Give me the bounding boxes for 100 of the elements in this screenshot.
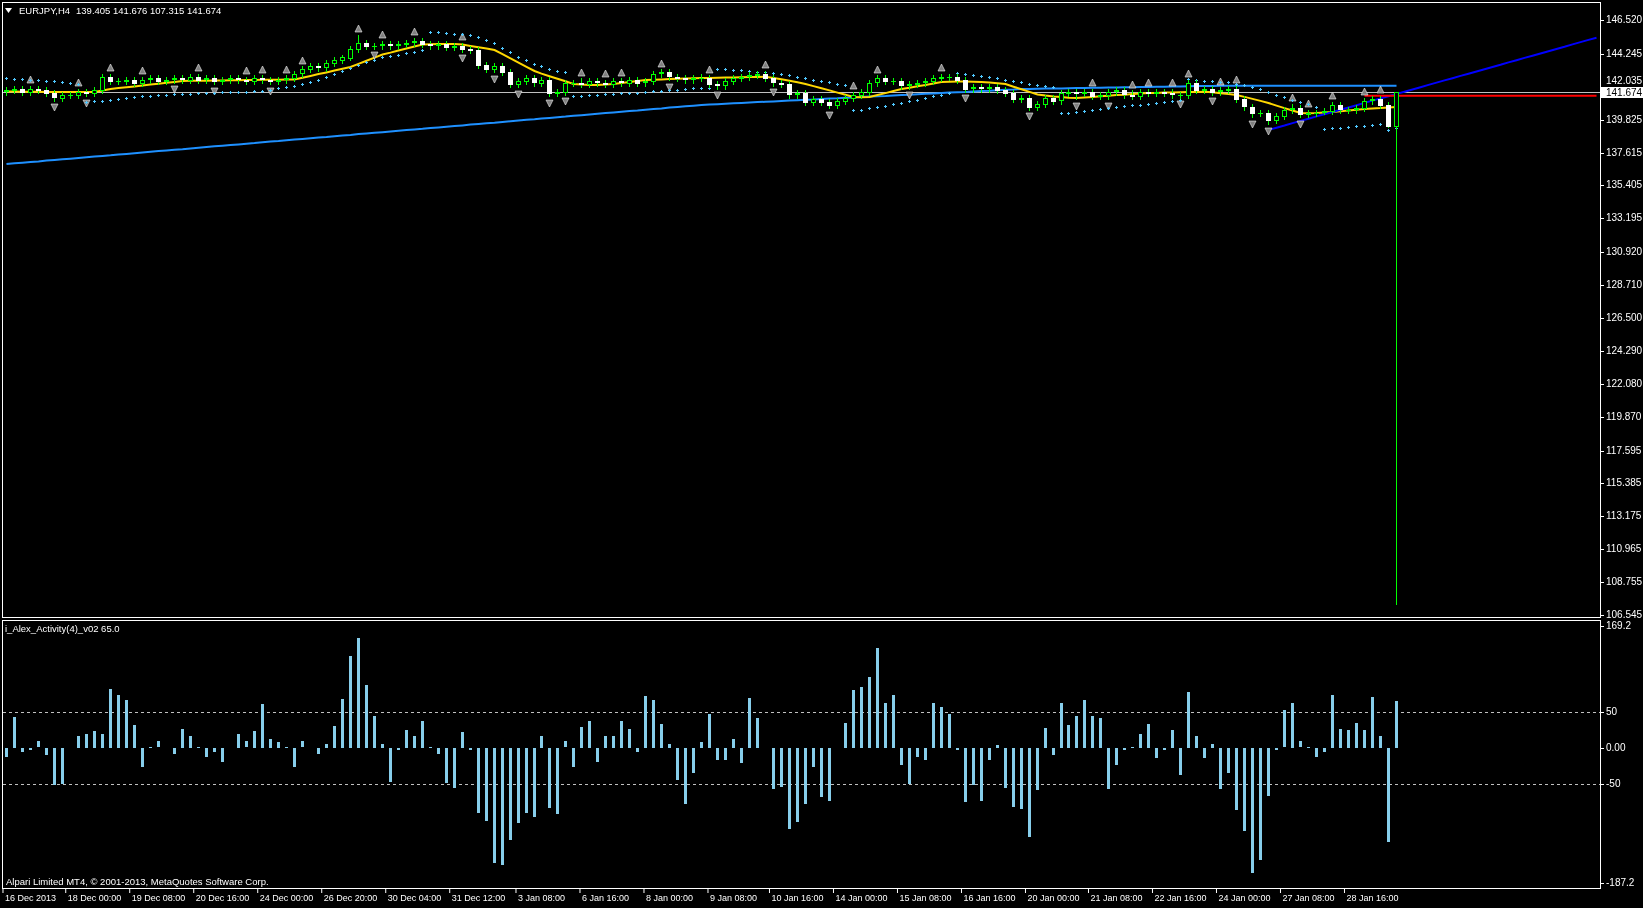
candle [1194, 79, 1199, 95]
candle [1178, 91, 1183, 100]
candle [619, 77, 624, 88]
candle [891, 77, 896, 86]
candle [1098, 91, 1103, 101]
candle [452, 42, 457, 52]
candle [84, 88, 89, 98]
candle [571, 79, 576, 88]
candle [132, 76, 137, 88]
indicator-axis-label: -187.2 [1606, 878, 1635, 888]
price-axis-label: 117.595 [1606, 446, 1642, 456]
candle [539, 76, 544, 88]
candle [1170, 88, 1175, 100]
candle [340, 54, 345, 65]
candle [1066, 88, 1071, 98]
candle [1282, 106, 1287, 121]
candle [659, 68, 664, 79]
candle [1122, 86, 1127, 100]
candle [460, 42, 465, 54]
candle [579, 77, 584, 89]
price-axis-label: 135.405 [1606, 180, 1643, 190]
candle [1011, 89, 1016, 104]
candle [867, 79, 872, 97]
candle [140, 76, 145, 88]
candle [156, 74, 161, 86]
candle [1202, 85, 1207, 95]
candle [555, 88, 560, 98]
candle [220, 76, 225, 86]
candle [12, 85, 17, 95]
candle [963, 76, 968, 94]
candle [1059, 89, 1064, 106]
candle [875, 74, 880, 88]
candle [324, 59, 329, 73]
price-axis-label: 137.615 [1606, 148, 1643, 158]
candle [252, 74, 257, 86]
candle [508, 68, 513, 89]
candle [635, 76, 640, 88]
candle [196, 73, 201, 85]
candle [300, 65, 305, 79]
caret-icon [5, 8, 12, 13]
price-readout: 139.405 141.676 107.315 141.674 [76, 5, 222, 16]
candle [60, 91, 65, 103]
candle [811, 95, 816, 107]
candle [52, 89, 57, 103]
candle [164, 76, 169, 86]
candle [484, 61, 489, 74]
candle [308, 62, 313, 74]
candle [787, 80, 792, 100]
candle [715, 80, 720, 91]
candle [1090, 88, 1095, 101]
candle [1242, 95, 1247, 112]
candle [563, 79, 568, 97]
candle [851, 91, 856, 103]
candle [1146, 88, 1151, 98]
candle [1074, 88, 1079, 101]
candle [36, 85, 41, 95]
candle [955, 73, 960, 85]
price-axis-label: 110.965 [1606, 544, 1642, 554]
chart-title: EURJPY,H4 [19, 5, 71, 16]
candle [739, 73, 744, 83]
candle [979, 83, 984, 94]
candle [667, 68, 672, 82]
candle [228, 74, 233, 85]
candle [699, 73, 704, 83]
candle [492, 62, 497, 74]
candle [779, 79, 784, 89]
candle [172, 74, 177, 85]
candle [212, 74, 217, 86]
candle [100, 73, 105, 95]
indicator-axis-label: 50 [1606, 707, 1618, 717]
candle [1322, 107, 1327, 116]
candle [204, 74, 209, 85]
candle [236, 74, 241, 85]
candle [468, 45, 473, 55]
candle [404, 39, 409, 49]
candle [923, 77, 928, 88]
candle [1019, 94, 1024, 104]
indicator-title: i_Alex_Activity(4)_v02 65.0 [5, 623, 120, 634]
price-axis-label: 142.035 [1606, 76, 1643, 86]
candle [284, 74, 289, 85]
candle [627, 76, 632, 88]
candle [364, 39, 369, 51]
candle [244, 76, 249, 86]
candle [500, 62, 505, 77]
candle [1114, 86, 1119, 97]
price-axis-label: 119.870 [1606, 412, 1642, 422]
candle [907, 80, 912, 91]
indicator-axis-label: -50 [1606, 779, 1621, 789]
candle [707, 74, 712, 89]
candle [1386, 101, 1391, 129]
candle [1082, 88, 1087, 98]
price-axis-label: 108.755 [1606, 577, 1643, 587]
candle [1027, 94, 1032, 112]
price-axis-label: 146.520 [1606, 15, 1643, 25]
candle [1378, 95, 1383, 110]
candle [643, 77, 648, 88]
price-axis-label: 128.710 [1606, 280, 1643, 290]
candle [1226, 85, 1231, 95]
candle [1362, 97, 1367, 113]
candle [1218, 86, 1223, 97]
